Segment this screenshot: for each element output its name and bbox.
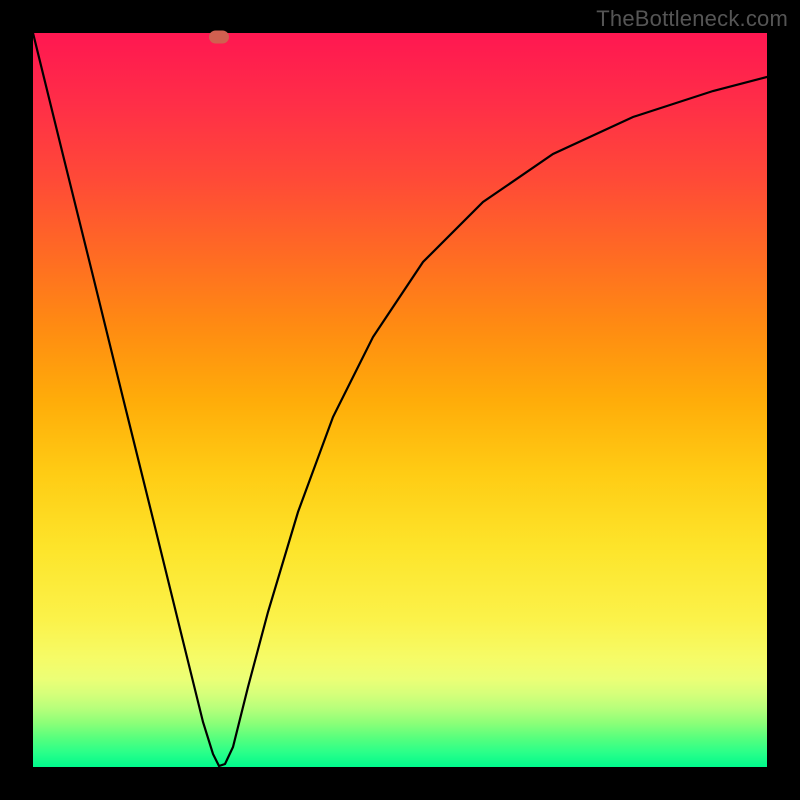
plot-area	[33, 33, 767, 767]
minimum-marker	[209, 31, 229, 44]
watermark-text: TheBottleneck.com	[596, 6, 788, 32]
chart-frame: TheBottleneck.com	[0, 0, 800, 800]
bottleneck-curve	[33, 33, 767, 767]
